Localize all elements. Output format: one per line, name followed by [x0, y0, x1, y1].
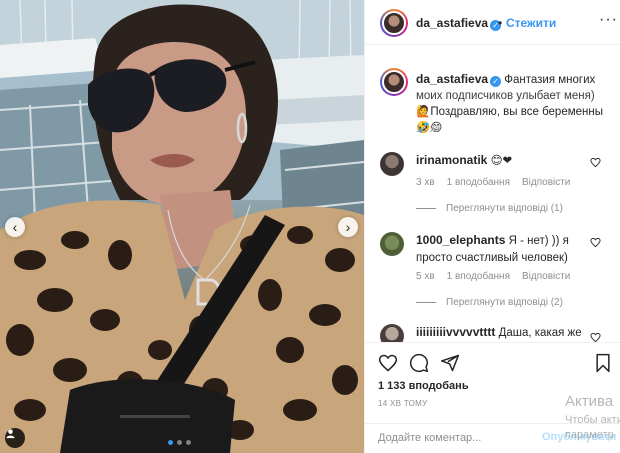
- view-replies-button[interactable]: Переглянути відповіді (1): [416, 203, 563, 214]
- comment-meta: 5 хв 1 вподобання Відповісти: [416, 271, 570, 282]
- carousel-dot: [177, 440, 182, 445]
- comment-likes[interactable]: 1 вподобання: [447, 271, 510, 282]
- more-options-button[interactable]: ···: [599, 11, 618, 29]
- windows-activation-watermark: Актива: [565, 393, 613, 410]
- caption-text: da_astafieva ✓ Фантазия многих моих подпи…: [416, 71, 611, 136]
- caption-timestamp: 14 хв: [416, 124, 441, 135]
- like-comment-heart-icon[interactable]: [590, 157, 601, 168]
- comment-time: 5 хв: [416, 271, 435, 282]
- carousel-indicator: [168, 440, 191, 445]
- carousel-dot: [186, 440, 191, 445]
- comment-meta: 3 хв 1 вподобання Відповісти: [416, 177, 570, 188]
- photo-illustration: [0, 0, 364, 453]
- comment-text: irinamonatik 😊❤: [416, 152, 591, 170]
- like-comment-heart-icon[interactable]: [590, 332, 601, 342]
- caption-line-1: Фантазия многих: [504, 74, 596, 86]
- post-photo[interactable]: ‹ ›: [0, 0, 364, 453]
- post-timestamp: 14 ХВ ТОМУ: [378, 399, 428, 408]
- author-avatar[interactable]: [380, 9, 408, 37]
- follow-button[interactable]: Стежити: [506, 16, 556, 30]
- comments-list[interactable]: da_astafieva ✓ Фантазия многих моих подпи…: [365, 46, 620, 342]
- share-paper-plane-icon[interactable]: [440, 353, 460, 373]
- user-tag-icon: [6, 429, 15, 439]
- like-heart-icon[interactable]: [378, 353, 398, 373]
- caption-emoji-green: 🙋: [416, 106, 431, 118]
- view-replies-label: Переглянути відповіді (1): [446, 203, 563, 214]
- comment-avatar[interactable]: [380, 152, 404, 176]
- watermark-line-1: Актива: [565, 393, 614, 410]
- comment-text: iiiiiiiiivvvvvtttt Даша, какая же: [416, 324, 591, 342]
- comment-body: Даша, какая же: [498, 327, 582, 339]
- reply-button[interactable]: Відповісти: [522, 177, 570, 188]
- view-replies-button[interactable]: Переглянути відповіді (2): [416, 297, 563, 308]
- tagged-users-button[interactable]: [5, 428, 25, 448]
- carousel-next-button[interactable]: ›: [338, 217, 358, 237]
- carousel-dot: [168, 440, 173, 445]
- caption-username[interactable]: da_astafieva: [416, 72, 488, 86]
- view-replies-label: Переглянути відповіді (2): [446, 297, 563, 308]
- comment-bubble-icon[interactable]: [409, 353, 429, 373]
- windows-activation-subtext: Чтобы акти параметр: [565, 413, 620, 443]
- comment-username[interactable]: iiiiiiiiivvvvvtttt: [416, 325, 495, 339]
- like-comment-heart-icon[interactable]: [590, 237, 601, 248]
- reply-button[interactable]: Відповісти: [522, 271, 570, 282]
- comment-username[interactable]: 1000_elephants: [416, 233, 505, 247]
- caption-avatar[interactable]: [380, 68, 408, 96]
- comment-username[interactable]: irinamonatik: [416, 153, 487, 167]
- comment-avatar[interactable]: [380, 324, 404, 342]
- post-header: da_astafieva ✓ • Стежити ···: [365, 0, 620, 45]
- caption-line-3: Поздравляю, вы все беременны: [430, 106, 603, 118]
- comment-avatar[interactable]: [380, 232, 404, 256]
- comment-likes[interactable]: 1 вподобання: [447, 177, 510, 188]
- comment-input[interactable]: [378, 432, 528, 444]
- comment-time: 3 хв: [416, 177, 435, 188]
- watermark-line-2: Чтобы акти: [565, 414, 620, 426]
- comment-body: 😊❤: [490, 155, 513, 167]
- save-bookmark-icon[interactable]: [594, 353, 612, 373]
- watermark-line-3: параметр: [565, 429, 614, 441]
- comment-text: 1000_elephants Я - нет) )) я просто счас…: [416, 232, 591, 267]
- header-separator: •: [498, 16, 503, 30]
- caption-line-2: моих подписчиков улыбает меня): [416, 90, 595, 102]
- post-sidebar: da_astafieva ✓ • Стежити ··· da_astafieva…: [364, 0, 620, 453]
- author-username[interactable]: da_astafieva ✓: [416, 16, 502, 31]
- verified-badge-icon: ✓: [490, 76, 502, 87]
- carousel-prev-button[interactable]: ‹: [5, 217, 25, 237]
- likes-count[interactable]: 1 133 вподобань: [378, 380, 469, 392]
